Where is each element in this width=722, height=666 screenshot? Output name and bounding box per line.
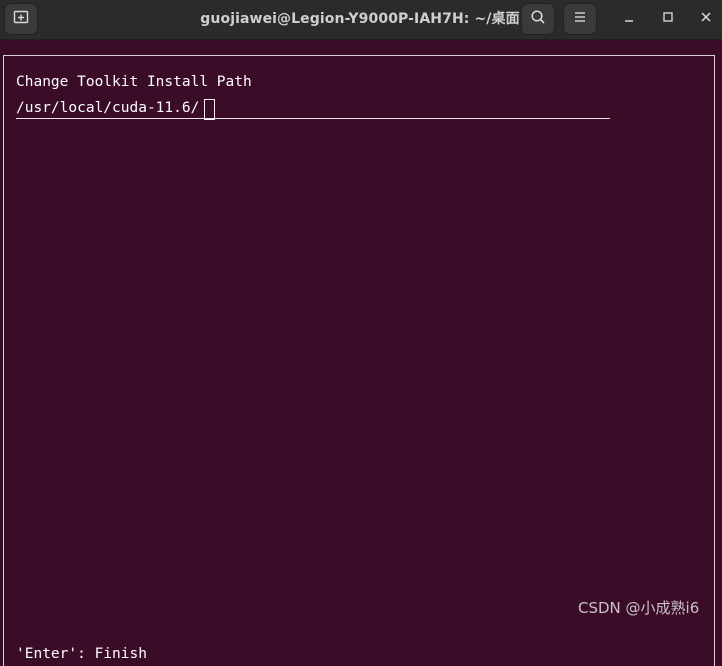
menu-button[interactable] bbox=[563, 3, 597, 35]
close-icon bbox=[700, 10, 712, 28]
new-tab-icon bbox=[13, 9, 29, 30]
search-button[interactable] bbox=[521, 3, 555, 35]
minimize-icon bbox=[623, 10, 635, 28]
window-title: guojiawei@Legion-Y9000P-IAH7H: ~/桌面 bbox=[200, 11, 520, 27]
minimize-button[interactable] bbox=[617, 7, 641, 31]
hamburger-menu-icon bbox=[572, 9, 588, 30]
close-button[interactable] bbox=[694, 7, 718, 31]
maximize-icon bbox=[662, 10, 674, 28]
terminal-content[interactable]: Change Toolkit Install Path /usr/local/c… bbox=[0, 40, 722, 666]
new-tab-button[interactable] bbox=[4, 3, 38, 35]
dialog-title: Change Toolkit Install Path bbox=[16, 74, 252, 90]
installer-dialog-frame bbox=[3, 55, 715, 666]
install-path-input[interactable]: /usr/local/cuda-11.6/ bbox=[16, 99, 610, 120]
title-bar: guojiawei@Legion-Y9000P-IAH7H: ~/桌面 bbox=[0, 0, 722, 40]
text-cursor bbox=[204, 99, 215, 120]
maximize-button[interactable] bbox=[656, 7, 680, 31]
watermark: CSDN @小成熟i6 bbox=[578, 599, 700, 617]
install-path-value: /usr/local/cuda-11.6/ bbox=[16, 100, 200, 116]
terminal-window: guojiawei@Legion-Y9000P-IAH7H: ~/桌面 Chan… bbox=[0, 0, 722, 666]
footer-hint: 'Enter': Finish bbox=[16, 646, 147, 662]
search-icon bbox=[530, 9, 546, 30]
